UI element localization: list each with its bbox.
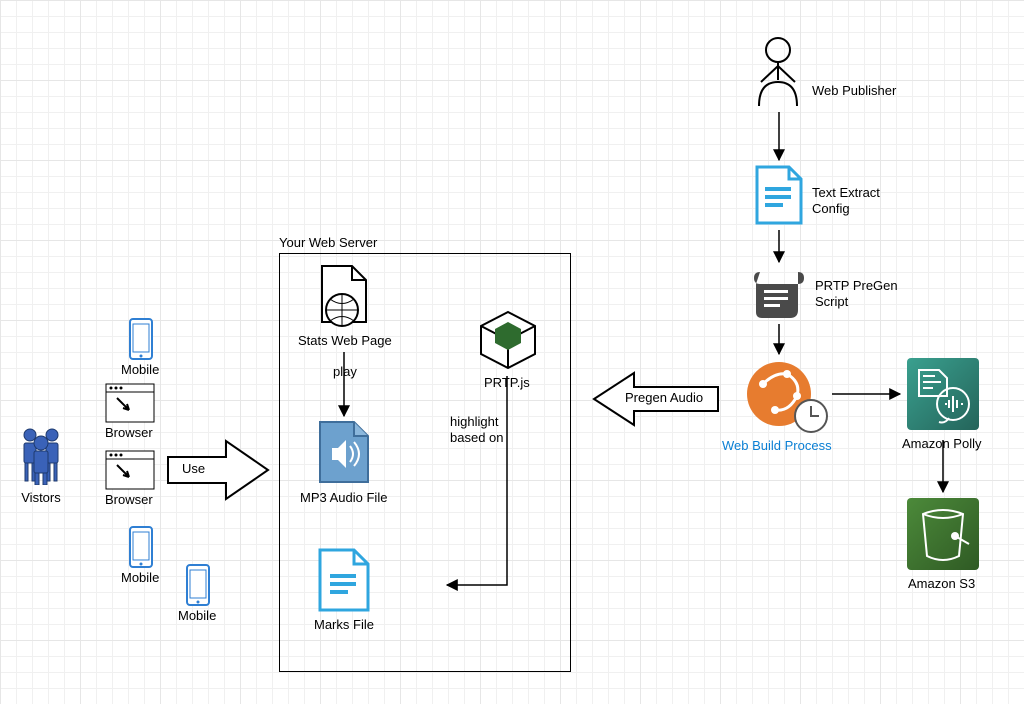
amazon-s3-icon (905, 496, 981, 575)
mobile-icon-1 (128, 317, 154, 364)
mobile-label-1: Mobile (121, 362, 159, 378)
marks-file-icon (316, 548, 372, 617)
visitors-icon (18, 425, 64, 488)
stats-page-icon (316, 264, 372, 333)
text-extract-label: Text Extract Config (812, 185, 880, 216)
prtpjs-icon (477, 308, 539, 375)
mobile-icon-3 (185, 563, 211, 610)
web-server-title: Your Web Server (279, 235, 377, 251)
use-arrow-label: Use (182, 461, 205, 477)
prtp-script-icon (750, 266, 808, 325)
play-label: play (333, 364, 357, 380)
amazon-polly-icon (905, 356, 981, 435)
amazon-polly-label: Amazon Polly (902, 436, 981, 452)
mobile-icon-2 (128, 525, 154, 572)
stats-page-label: Stats Web Page (298, 333, 392, 349)
mobile-label-3: Mobile (178, 608, 216, 624)
browser-label-1: Browser (105, 425, 153, 441)
browser-icon-1 (105, 383, 155, 426)
browser-icon-2 (105, 450, 155, 493)
prtpjs-label: PRTP.js (484, 375, 530, 391)
highlight-label: highlight based on (450, 414, 530, 445)
prtp-script-label: PRTP PreGen Script (815, 278, 898, 309)
amazon-s3-label: Amazon S3 (908, 576, 975, 592)
visitors-label: Vistors (12, 490, 70, 506)
mobile-label-2: Mobile (121, 570, 159, 586)
mp3-icon (316, 420, 372, 489)
browser-label-2: Browser (105, 492, 153, 508)
marks-file-label: Marks File (314, 617, 374, 633)
web-build-label: Web Build Process (722, 438, 832, 454)
web-publisher-icon (753, 36, 803, 111)
web-build-icon (745, 358, 829, 439)
pregen-arrow-label: Pregen Audio (625, 390, 703, 406)
mp3-label: MP3 Audio File (300, 490, 387, 506)
web-publisher-label: Web Publisher (812, 83, 896, 99)
text-extract-icon (753, 165, 805, 230)
